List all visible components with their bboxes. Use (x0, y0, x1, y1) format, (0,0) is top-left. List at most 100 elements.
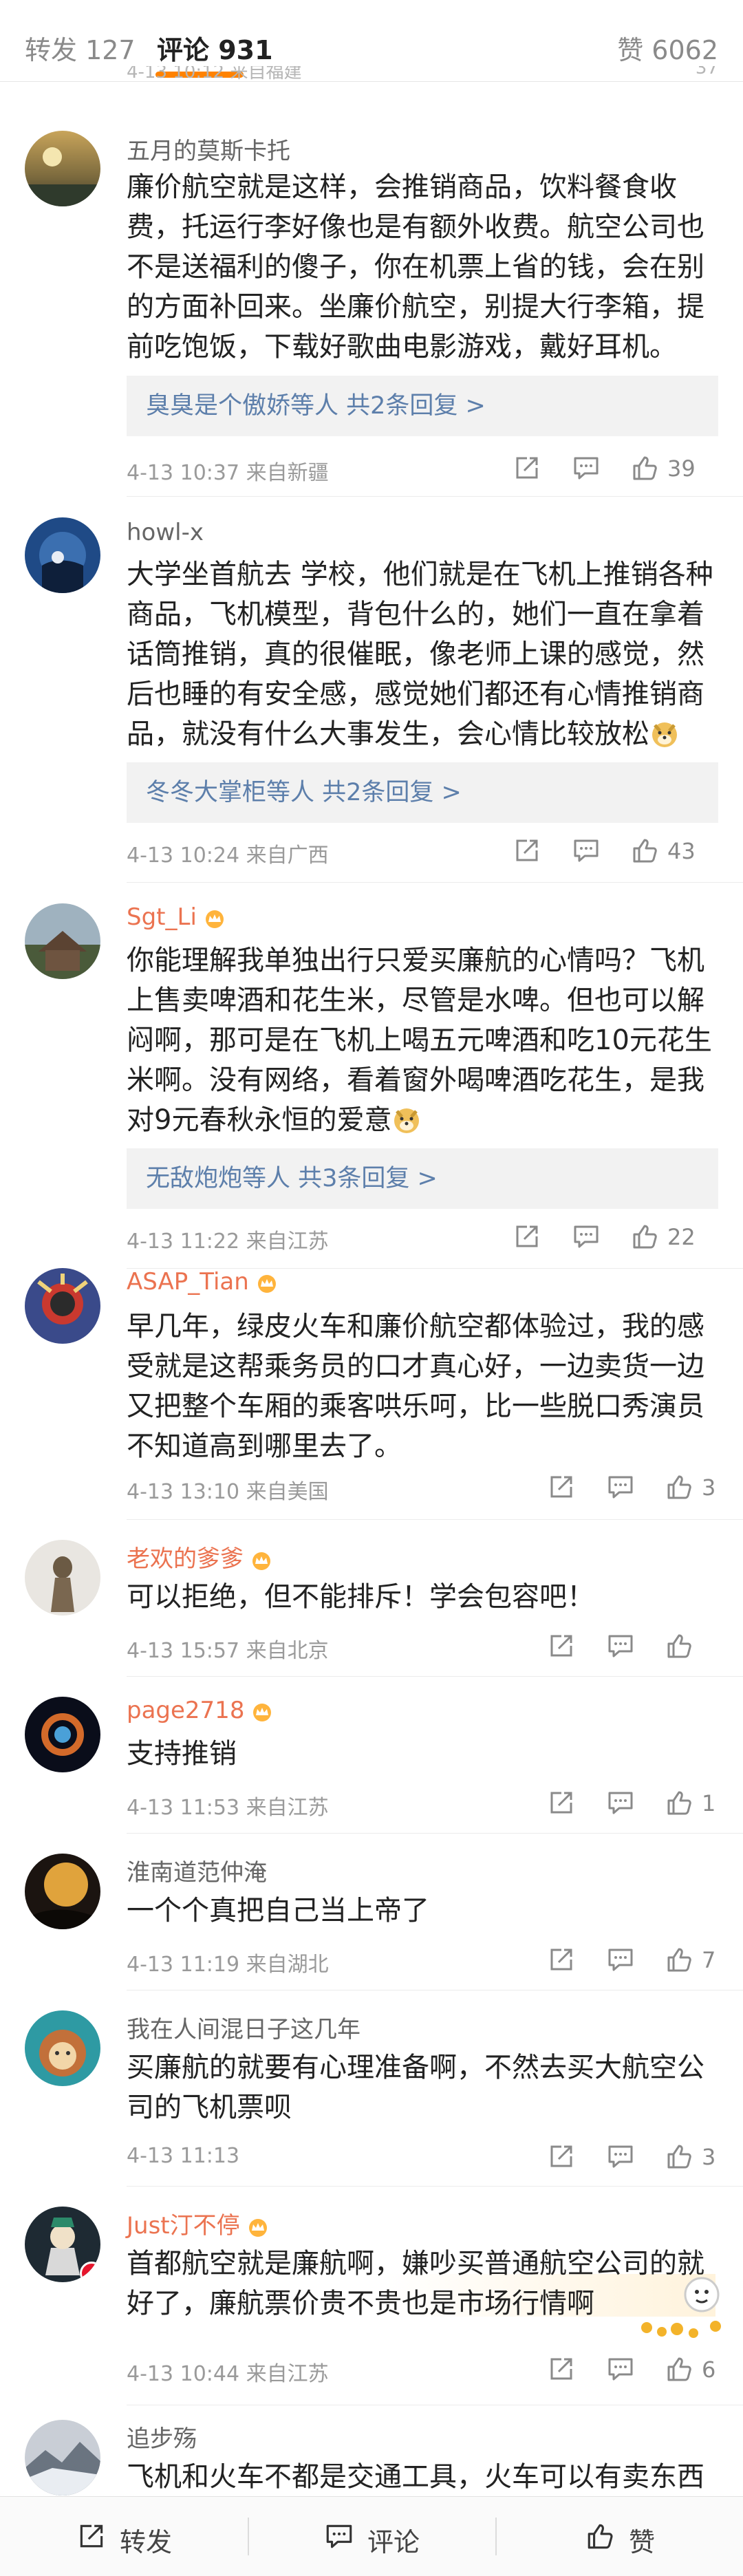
comment-meta: 4-13 15:57 来自北京 (127, 1639, 329, 1663)
like-icon[interactable] (665, 1944, 695, 1975)
comment-meta: 4-13 11:53 来自江苏 (127, 1796, 329, 1820)
like-icon[interactable] (665, 1788, 695, 1818)
comment-text: 一个个真把自己当上帝了 (127, 1895, 429, 1926)
comment-text: 飞机和火车不都是交通工具，火车可以有卖东西 (127, 2461, 704, 2493)
username[interactable]: ASAP_Tian (127, 1268, 279, 1296)
comment-text: 支持推销 (127, 1738, 237, 1770)
repost-icon (80, 2524, 103, 2548)
divider (127, 1519, 743, 1520)
avatar[interactable] (25, 131, 100, 206)
comment-icon[interactable] (571, 453, 601, 483)
like-icon[interactable] (630, 835, 660, 866)
bottom-action-bar: 转发 评论 赞 (0, 2496, 743, 2576)
comment-icon[interactable] (571, 1221, 601, 1252)
like-icon[interactable] (665, 2141, 695, 2171)
like-count: 6 (702, 2357, 716, 2383)
divider (127, 2186, 743, 2187)
divider (127, 882, 743, 883)
comment-meta: 4-13 13:10 来自美国 (127, 1480, 329, 1504)
replies-link[interactable]: 臭臭是个傲娇等人 共2条回复 > (127, 376, 718, 436)
tab-bar: 转发 127 评论 931 赞 6062 4-13 10:12 来自福建 37 (0, 0, 743, 82)
username[interactable]: Just汀不停 (127, 2207, 270, 2240)
comment-text: 廉价航空就是这样，会推销商品，饮料餐食收费，托运行李好像也是有额外收费。航空公司… (127, 171, 704, 363)
comment-icon[interactable] (605, 1472, 636, 1502)
avatar[interactable] (25, 2010, 100, 2086)
avatar[interactable] (25, 1540, 100, 1616)
avatar[interactable] (25, 903, 100, 979)
like-icon (588, 2524, 613, 2549)
repost-button[interactable]: 转发 (0, 2497, 248, 2576)
doge-icon (652, 722, 677, 747)
tab-repost[interactable]: 转发 127 (25, 29, 136, 67)
like-icon[interactable] (665, 1631, 695, 1661)
comment-label: 评论 (367, 2527, 420, 2557)
like-count: 3 (702, 2144, 716, 2170)
comment-icon[interactable] (605, 2141, 636, 2171)
repost-icon[interactable] (546, 1944, 577, 1975)
comment-button[interactable]: 评论 (248, 2497, 495, 2576)
tab-comments[interactable]: 评论 931 (157, 29, 273, 67)
comment-actions (546, 1631, 718, 1664)
comment-meta: 4-13 10:24 来自广西 (127, 844, 329, 868)
username[interactable]: 我在人间混日子这几年 (127, 2010, 360, 2044)
tab-likes[interactable]: 赞 6062 (617, 29, 718, 67)
crown-icon (252, 1552, 270, 1570)
like-count: 1 (702, 1790, 716, 1816)
comment-actions: 43 (512, 835, 718, 868)
repost-icon[interactable] (512, 1221, 542, 1252)
repost-icon[interactable] (546, 2141, 577, 2171)
like-icon[interactable] (665, 2354, 695, 2384)
username[interactable]: 追步殇 (127, 2420, 197, 2454)
like-count: 7 (702, 1947, 716, 1973)
replies-link[interactable]: 冬冬大掌柜等人 共2条回复 > (127, 762, 718, 823)
like-label: 赞 (629, 2527, 656, 2557)
repost-icon[interactable] (546, 1472, 577, 1502)
divider (127, 1833, 743, 1834)
gift-sticker-icon (641, 2277, 721, 2338)
avatar[interactable] (25, 1854, 100, 1929)
avatar[interactable] (25, 2420, 100, 2496)
avatar[interactable] (25, 1697, 100, 1772)
repost-label: 转发 (120, 2527, 173, 2557)
like-icon[interactable] (630, 1221, 660, 1252)
comment-actions: 7 (546, 1944, 718, 1977)
comment-actions: 22 (512, 1221, 718, 1254)
comment-icon[interactable] (571, 835, 601, 866)
repost-icon[interactable] (512, 835, 542, 866)
comment-icon[interactable] (605, 1788, 636, 1818)
crown-icon (205, 910, 224, 928)
like-button[interactable]: 赞 (495, 2497, 743, 2576)
username[interactable]: 淮南道范仲淹 (127, 1854, 267, 1887)
like-icon[interactable] (630, 453, 660, 483)
username[interactable]: 五月的莫斯卡托 (127, 132, 290, 166)
comment-text: 买廉航的就要有心理准备啊，不然去买大航空公司的飞机票呗 (127, 2052, 704, 2123)
like-icon[interactable] (665, 1472, 695, 1502)
comment-text: 你能理解我单独出行只爱买廉航的心情吗？飞机上售卖啤酒和花生米，尽管是水啤。但也可… (127, 945, 712, 1136)
repost-icon[interactable] (546, 1788, 577, 1818)
comment-icon[interactable] (605, 1631, 636, 1661)
repost-icon[interactable] (512, 453, 542, 483)
username[interactable]: 老欢的爹爹 (127, 1540, 274, 1574)
comment-icon[interactable] (605, 1944, 636, 1975)
crown-icon (257, 1274, 276, 1293)
like-count: 22 (667, 1224, 696, 1250)
username[interactable]: Sgt_Li (127, 903, 227, 931)
doge-icon (394, 1108, 420, 1133)
comment-actions: 1 (546, 1788, 718, 1821)
avatar[interactable] (25, 2207, 100, 2282)
comment-actions: 3 (546, 1472, 718, 1505)
repost-icon[interactable] (546, 1631, 577, 1661)
username[interactable]: howl-x (127, 519, 204, 546)
repost-icon[interactable] (546, 2354, 577, 2384)
crown-icon (253, 1703, 272, 1721)
comment-meta: 4-13 11:22 来自江苏 (127, 1230, 329, 1254)
username[interactable]: page2718 (127, 1697, 274, 1724)
comment-meta: 4-13 10:37 来自新疆 (127, 461, 329, 485)
like-count: 43 (667, 838, 696, 864)
comment-icon (326, 2524, 352, 2548)
avatar[interactable] (25, 1268, 100, 1344)
replies-link[interactable]: 无敌炮炮等人 共3条回复 > (127, 1148, 718, 1209)
comment-icon[interactable] (605, 2354, 636, 2384)
avatar[interactable] (25, 517, 100, 593)
previous-comment-meta: 4-13 10:12 来自福建 37 (127, 66, 718, 81)
